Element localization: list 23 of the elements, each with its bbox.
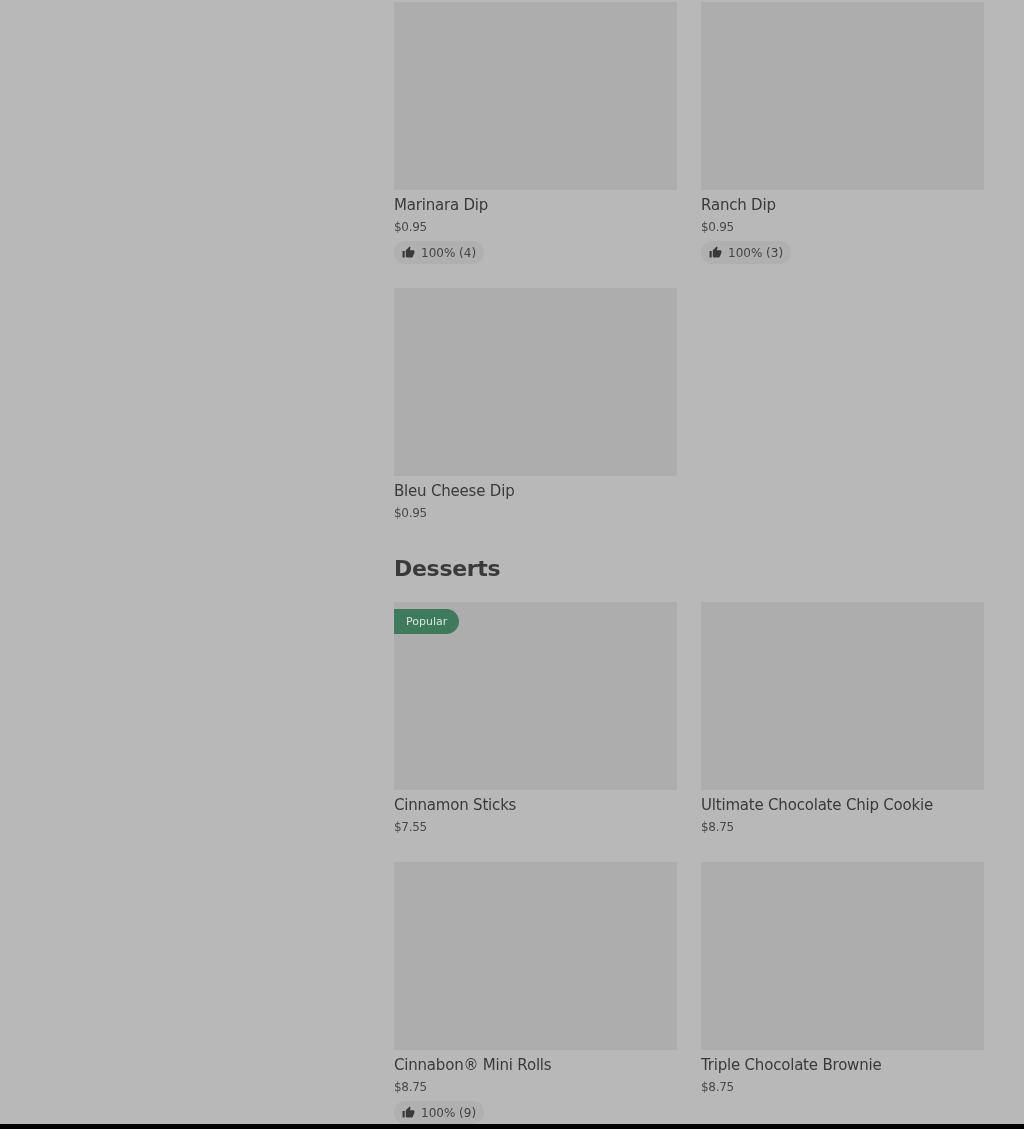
popular-badge: Popular <box>394 609 460 634</box>
thumbs-up-icon <box>709 246 722 259</box>
rating-text: 100% (9) <box>421 1105 477 1120</box>
item-name[interactable]: Cinnamon Sticks <box>394 794 517 816</box>
item-name[interactable]: Cinnabon® Mini Rolls <box>394 1054 552 1076</box>
item-price: $0.95 <box>394 505 427 522</box>
item-name[interactable]: Ultimate Chocolate Chip Cookie <box>701 794 934 816</box>
item-price: $7.55 <box>394 819 427 836</box>
image-placeholder[interactable]: Popular <box>394 602 677 790</box>
thumbs-up-icon <box>402 1106 415 1119</box>
item-name[interactable]: Ranch Dip <box>701 194 776 216</box>
item-price: $0.95 <box>701 219 734 236</box>
item-price: $8.75 <box>701 1079 734 1096</box>
item-price: $8.75 <box>701 819 734 836</box>
rating-text: 100% (4) <box>421 245 477 260</box>
section-heading: Desserts <box>394 555 502 583</box>
thumbs-up-icon <box>402 246 415 259</box>
item-name[interactable]: Marinara Dip <box>394 194 489 216</box>
item-name[interactable]: Triple Chocolate Brownie <box>701 1054 882 1076</box>
rating-text: 100% (3) <box>728 245 784 260</box>
item-price: $8.75 <box>394 1079 427 1096</box>
item-price: $0.95 <box>394 219 427 236</box>
item-name[interactable]: Bleu Cheese Dip <box>394 480 515 502</box>
